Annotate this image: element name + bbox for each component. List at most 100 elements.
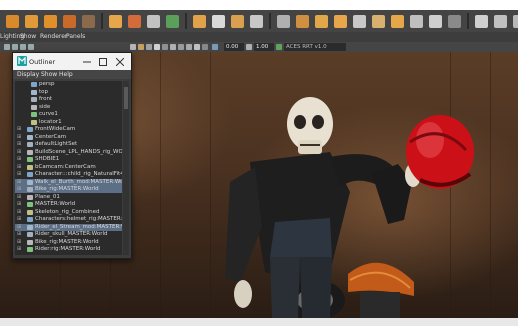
- expand-icon[interactable]: ⊞: [17, 149, 21, 156]
- outliner-row[interactable]: front: [15, 96, 122, 103]
- close-icon[interactable]: [116, 58, 124, 66]
- expand-icon[interactable]: ⊞: [17, 156, 21, 163]
- snap-point-icon[interactable]: [147, 14, 160, 28]
- bookmark-icon[interactable]: [20, 44, 26, 50]
- outliner-row[interactable]: side: [15, 104, 122, 111]
- view-transform-dropdown[interactable]: ACES RRT v1.0: [284, 43, 346, 51]
- outliner-row[interactable]: ⊞ Character:::child_rig_NaturalFit4cha: [15, 171, 122, 178]
- gamma-field[interactable]: 1.00: [254, 43, 274, 51]
- expand-icon[interactable]: ⊞: [17, 224, 21, 231]
- arnold-icon[interactable]: [296, 14, 309, 28]
- outliner-row[interactable]: ⊞ Characters:helmet_rig:MASTER:World: [15, 216, 122, 223]
- expand-icon[interactable]: ⊞: [17, 194, 21, 201]
- use-lights-icon[interactable]: [154, 44, 160, 50]
- scrollbar-thumb[interactable]: [124, 87, 128, 109]
- outliner-row[interactable]: curve1: [15, 111, 122, 118]
- select-tool-icon[interactable]: [6, 14, 19, 28]
- isolate-select-icon[interactable]: [202, 44, 208, 50]
- ambient-occlusion-icon[interactable]: [170, 44, 176, 50]
- measure-tool-icon[interactable]: [475, 14, 488, 28]
- expand-icon[interactable]: ⊞: [17, 209, 21, 216]
- expand-icon[interactable]: ⊞: [17, 141, 21, 148]
- pencil-tool-icon[interactable]: [494, 14, 507, 28]
- outliner-row[interactable]: ⊞ defaultLightSet: [15, 141, 122, 148]
- expand-icon[interactable]: ⊞: [17, 201, 21, 208]
- menu-panels[interactable]: Panels: [66, 33, 85, 40]
- outliner-row[interactable]: locator1: [15, 119, 122, 126]
- move-tool-icon[interactable]: [63, 14, 76, 28]
- outliner-row[interactable]: ⊞ BuildScene_LPL_HANDS_rig_WORLD: [15, 149, 122, 156]
- expand-icon[interactable]: ⊞: [17, 246, 21, 253]
- expand-icon[interactable]: ⊞: [17, 126, 21, 133]
- outliner-row[interactable]: ⊞ FrontWideCam: [15, 126, 122, 133]
- minimize-icon[interactable]: [83, 58, 91, 66]
- outliner-row[interactable]: ⊞ Bike_rig:MASTER:World: [15, 186, 122, 193]
- ipr-render-icon[interactable]: [231, 14, 244, 28]
- xray-icon[interactable]: [212, 44, 218, 50]
- maximize-icon[interactable]: [99, 58, 107, 66]
- menu-help[interactable]: Help: [59, 71, 73, 78]
- render-frame-icon[interactable]: [212, 14, 225, 28]
- snap-plane-icon[interactable]: [166, 14, 179, 28]
- outliner-row[interactable]: ⊞ Rider_skull_MASTER:World: [15, 231, 122, 238]
- menu-renderer[interactable]: Renderer: [40, 33, 67, 40]
- expand-icon[interactable]: ⊞: [17, 186, 21, 193]
- color-management-icon[interactable]: [276, 44, 282, 50]
- camera-select-icon[interactable]: [4, 44, 10, 50]
- snap-grid-icon[interactable]: [109, 14, 122, 28]
- hypershade-icon[interactable]: [277, 14, 290, 28]
- outliner-row[interactable]: ⊞ Bike_rig:MASTER:World: [15, 239, 122, 246]
- paint-tool-icon[interactable]: [44, 14, 57, 28]
- outliner-row[interactable]: ⊞ MASTER:World: [15, 201, 122, 208]
- render-settings-icon[interactable]: [250, 14, 263, 28]
- outliner-row[interactable]: ⊞ Plane_01: [15, 194, 122, 201]
- wireframe-icon[interactable]: [130, 44, 136, 50]
- curve-tool-icon[interactable]: [410, 14, 423, 28]
- snap-curve-icon[interactable]: [128, 14, 141, 28]
- material-icon[interactable]: [372, 14, 385, 28]
- sculpt-tool-icon[interactable]: [448, 14, 461, 28]
- outliner-row[interactable]: ⊞ Skeleton_rig_Combined: [15, 209, 122, 216]
- anti-aliasing-icon[interactable]: [186, 44, 192, 50]
- expand-icon[interactable]: ⊞: [17, 216, 21, 223]
- expand-icon[interactable]: ⊞: [17, 239, 21, 246]
- expand-icon[interactable]: ⊞: [17, 171, 21, 178]
- expand-icon[interactable]: ⊞: [17, 164, 21, 171]
- area-light-icon[interactable]: [334, 14, 347, 28]
- polygon-tool-icon[interactable]: [429, 14, 442, 28]
- menu-show[interactable]: Show: [41, 71, 57, 78]
- exposure-field[interactable]: 0.00: [224, 43, 244, 51]
- outliner-row[interactable]: ⊞ CenterCam: [15, 134, 122, 141]
- light-icon[interactable]: [315, 14, 328, 28]
- outliner-row[interactable]: ⊞ Rider:rig:MASTER:World: [15, 246, 122, 253]
- outliner-scrollbar[interactable]: [123, 81, 129, 255]
- menu-display[interactable]: Display: [17, 71, 39, 78]
- outliner-row[interactable]: ⊞ bCamcam:CenterCam: [15, 164, 122, 171]
- outliner-titlebar[interactable]: Outliner: [13, 53, 131, 70]
- outliner-row[interactable]: ⊞ Rider_el_Stream_mod:MASTER:World: [15, 223, 122, 231]
- expand-icon[interactable]: ⊞: [17, 231, 21, 238]
- pivot-tool-icon[interactable]: [513, 14, 518, 28]
- outliner-row[interactable]: ⊞ Walk_el_Burth_mod:MASTER:World: [15, 178, 122, 186]
- outliner-row[interactable]: top: [15, 89, 122, 96]
- camera-icon[interactable]: [353, 14, 366, 28]
- texture-icon[interactable]: [391, 14, 404, 28]
- motion-blur-icon[interactable]: [178, 44, 184, 50]
- outliner-row[interactable]: persp: [15, 81, 122, 88]
- smooth-shade-icon[interactable]: [138, 44, 144, 50]
- outliner-row-label: Rider_skull_MASTER:World: [35, 231, 108, 237]
- menu-show[interactable]: Show: [20, 33, 36, 40]
- expand-icon[interactable]: ⊞: [17, 134, 21, 141]
- depth-of-field-icon[interactable]: [194, 44, 200, 50]
- gamma-icon[interactable]: [246, 44, 252, 50]
- outliner-tree[interactable]: persp top front side curve1 locator1 ⊞ FrontWid…: [15, 81, 122, 255]
- textured-icon[interactable]: [146, 44, 152, 50]
- history-icon[interactable]: [193, 14, 206, 28]
- shadows-icon[interactable]: [162, 44, 168, 50]
- rotate-tool-icon[interactable]: [82, 14, 95, 28]
- expand-icon[interactable]: ⊞: [17, 179, 21, 186]
- image-plane-icon[interactable]: [28, 44, 34, 50]
- lasso-tool-icon[interactable]: [25, 14, 38, 28]
- outliner-row[interactable]: ⊞ SHDBIE1: [15, 156, 122, 163]
- camera-attributes-icon[interactable]: [12, 44, 18, 50]
